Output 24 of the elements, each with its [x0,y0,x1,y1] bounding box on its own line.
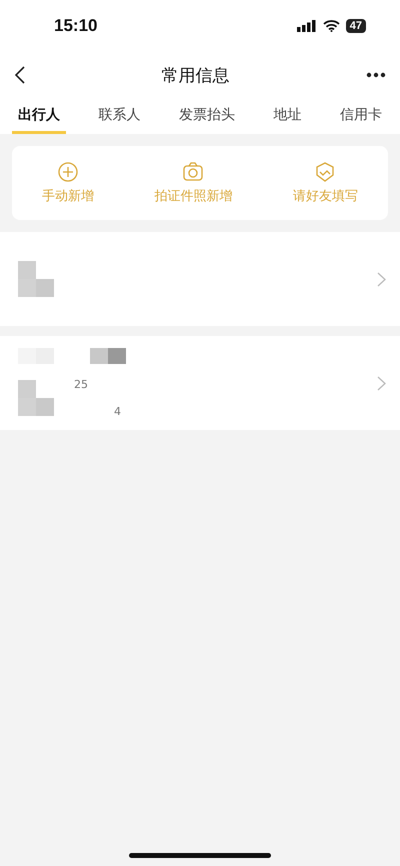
phone-number-text: 4 [113,405,121,418]
battery-level: 47 [346,19,366,33]
blurred-avatar-drawing [18,261,54,297]
tab[interactable]: 信用卡 [334,98,388,134]
tab[interactable]: 联系人 [92,98,146,134]
tab[interactable]: 地址 [268,98,308,134]
back-button[interactable] [14,66,25,84]
camera-icon [182,161,204,183]
chevron-right-icon [377,376,386,390]
blurred-avatar-drawing [18,380,54,416]
chevron-right-icon [377,272,386,286]
tab[interactable]: 出行人 [12,98,66,134]
traveler-row[interactable]: 25 4 [0,336,400,430]
tab[interactable]: 发票抬头 [173,98,241,134]
back-icon [14,66,25,84]
handshake-badge-icon [314,161,336,183]
page-title: 常用信息 [162,64,230,86]
more-button[interactable] [366,72,386,78]
status-time: 15:10 [54,16,98,36]
plus-circle-icon [57,161,80,183]
id-number-text: 25 [74,378,89,391]
wifi-icon [322,20,340,32]
more-icon [366,72,386,78]
signal-icon [296,20,317,32]
